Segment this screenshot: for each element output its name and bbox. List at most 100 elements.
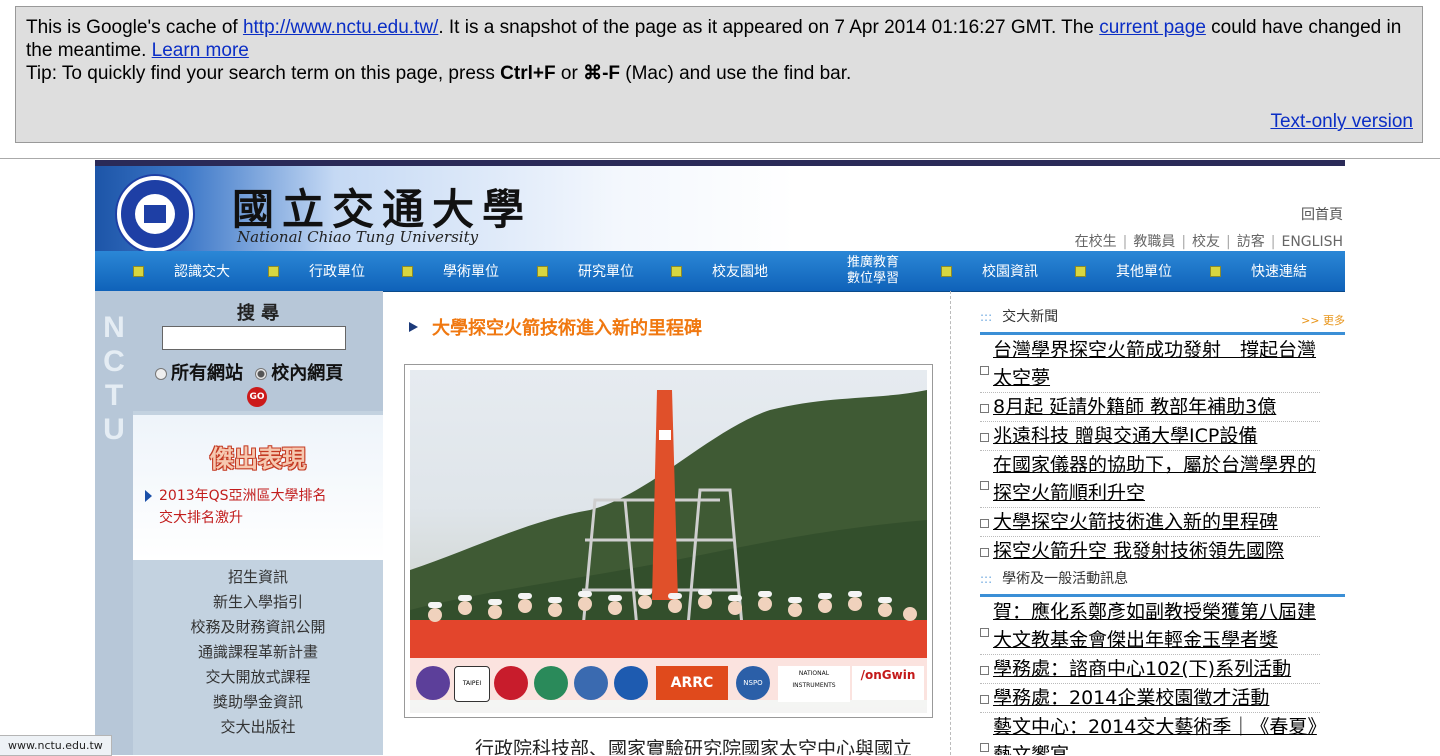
- news-title[interactable]: 台灣學界探空火箭成功發射 撐起台灣太空夢: [993, 339, 1316, 389]
- news-item[interactable]: 8月起 延請外籍師 教部年補助3億: [980, 393, 1320, 422]
- news-title[interactable]: 在國家儀器的協助下，屬於台灣學界的探空火箭順利升空: [993, 454, 1316, 504]
- achievement-link[interactable]: 2013年QS亞洲區大學排名 交大排名激升: [145, 485, 327, 529]
- learn-more-link[interactable]: Learn more: [152, 40, 249, 61]
- nav-item-other[interactable]: 其他單位: [1075, 251, 1172, 291]
- achievement-line: 交大排名激升: [159, 510, 243, 526]
- news-item[interactable]: 大學探空火箭技術進入新的里程碑: [980, 508, 1320, 537]
- browser-status-bar: www.nctu.edu.tw: [0, 735, 112, 756]
- nctu-vertical-banner: NCTU: [95, 291, 133, 755]
- event-title[interactable]: 賀：應化系鄭彥如副教授榮獲第八屆建大文教基金會傑出年輕金玉學者獎: [993, 601, 1316, 651]
- nav-bullet-icon: [537, 265, 548, 277]
- news-item[interactable]: 兆遠科技 贈與交通大學ICP設備: [980, 422, 1320, 451]
- news-item[interactable]: 台灣學界探空火箭成功發射 撐起台灣太空夢: [980, 336, 1320, 393]
- tip-text: Tip: To quickly find your search term on…: [26, 63, 501, 84]
- link-admissions[interactable]: 招生資訊: [133, 565, 383, 590]
- news-title[interactable]: 大學探空火箭技術進入新的里程碑: [993, 511, 1278, 533]
- dots-icon: :::: [980, 572, 993, 586]
- bullet-icon: [980, 366, 989, 375]
- column-divider: [950, 291, 951, 755]
- news-item[interactable]: 探空火箭升空 我發射技術領先國際: [980, 537, 1320, 565]
- bullet-icon: [980, 433, 989, 442]
- english-link[interactable]: ENGLISH: [1281, 234, 1343, 250]
- link-opencourseware[interactable]: 交大開放式課程: [133, 665, 383, 690]
- bullet-icon: [980, 481, 989, 490]
- event-item[interactable]: 賀：應化系鄭彥如副教授榮獲第八屆建大文教基金會傑出年輕金玉學者獎: [980, 598, 1320, 655]
- bullet-icon: [980, 666, 989, 675]
- link-scholarships[interactable]: 獎助學金資訊: [133, 690, 383, 715]
- quick-links: 招生資訊 新生入學指引 校務及財務資訊公開 通識課程革新計畫 交大開放式課程 獎…: [133, 565, 383, 740]
- nav-label: 學術單位: [443, 264, 499, 280]
- event-title[interactable]: 學務處：2014企業校園徵才活動: [993, 687, 1269, 709]
- radio-internal[interactable]: [255, 368, 268, 380]
- nav-item-research[interactable]: 研究單位: [537, 251, 634, 291]
- tip-shortcut-mac: ⌘-F: [583, 63, 620, 84]
- event-item[interactable]: 學務處：2014企業校園徵才活動: [980, 684, 1320, 713]
- nav-bullet-icon: [402, 265, 413, 277]
- cache-message: This is Google's cache of http://www.nct…: [26, 16, 1412, 62]
- event-item[interactable]: 藝文中心：2014交大藝術季｜《春夏》藝文饗宴: [980, 713, 1320, 755]
- faculty-link[interactable]: 教職員: [1133, 234, 1175, 250]
- events-list: 賀：應化系鄭彥如副教授榮獲第八屆建大文教基金會傑出年輕金玉學者獎 學務處：諮商中…: [980, 598, 1320, 755]
- go-button[interactable]: GO: [247, 387, 267, 407]
- cache-text: This is Google's cache of: [26, 17, 243, 38]
- dots-icon: :::: [980, 310, 993, 324]
- link-general-education[interactable]: 通識課程革新計畫: [133, 640, 383, 665]
- home-link[interactable]: 回首頁: [1301, 204, 1343, 224]
- nav-item-academic[interactable]: 學術單位: [402, 251, 499, 291]
- bullet-icon: [980, 404, 989, 413]
- tip-text: (Mac) and use the find bar.: [620, 63, 852, 84]
- link-press[interactable]: 交大出版社: [133, 715, 383, 740]
- news-title[interactable]: 探空火箭升空 我發射技術領先國際: [993, 540, 1284, 562]
- link-freshman-guide[interactable]: 新生入學指引: [133, 590, 383, 615]
- university-name-english: National Chiao Tung University: [237, 228, 479, 246]
- site-header: 國立交通大學 National Chiao Tung University 回首…: [95, 166, 1345, 252]
- article-snippet: 行政院科技部、國家實驗研究院國家太空中心與國立: [475, 738, 913, 755]
- nav-item-extension[interactable]: 推廣教育 數位學習: [806, 251, 899, 291]
- sponsor-logo-icon: [534, 666, 568, 700]
- radio-all-sites[interactable]: [155, 368, 167, 380]
- taipei-tech-logo: TAIPEI TECH: [454, 666, 490, 702]
- nav-bullet-icon: [268, 265, 279, 277]
- text-only-version-link[interactable]: Text-only version: [1270, 110, 1413, 133]
- longwin-logo: /onGwin: [852, 666, 924, 700]
- news-item[interactable]: 在國家儀器的協助下，屬於台灣學界的探空火箭順利升空: [980, 451, 1320, 508]
- nav-item-campus[interactable]: 校園資訊: [941, 251, 1038, 291]
- left-sidebar: 搜 尋 所有網站 校內網頁 GO 傑出表現 2013年QS亞洲區大學排名 交大排…: [133, 291, 383, 755]
- rocket-launch-photo[interactable]: TAIPEI TECH ARRC NSPO NATIONAL INSTRUMEN…: [410, 370, 927, 713]
- students-link[interactable]: 在校生: [1075, 234, 1117, 250]
- more-link[interactable]: >> 更多: [1301, 312, 1345, 328]
- nav-item-about[interactable]: 認識交大: [133, 251, 230, 291]
- nav-label: 研究單位: [578, 264, 634, 280]
- event-item[interactable]: 學務處：諮商中心102(下)系列活動: [980, 655, 1320, 684]
- bullet-icon: [980, 695, 989, 704]
- link-financial-disclosure[interactable]: 校務及財務資訊公開: [133, 615, 383, 640]
- visitors-link[interactable]: 訪客: [1237, 234, 1265, 250]
- headline-link[interactable]: 大學探空火箭技術進入新的里程碑: [409, 314, 702, 340]
- nav-item-alumni[interactable]: 校友園地: [671, 251, 768, 291]
- alumni-link[interactable]: 校友: [1192, 234, 1220, 250]
- cached-url-link[interactable]: http://www.nctu.edu.tw/: [243, 17, 438, 38]
- radio-label: 校內網頁: [271, 363, 344, 384]
- current-page-link[interactable]: current page: [1099, 17, 1206, 38]
- bullet-icon: [980, 628, 989, 637]
- event-title[interactable]: 藝文中心：2014交大藝術季｜《春夏》藝文饗宴: [993, 716, 1317, 755]
- news-list: 台灣學界探空火箭成功發射 撐起台灣太空夢 8月起 延請外籍師 教部年補助3億 兆…: [980, 336, 1320, 565]
- event-title[interactable]: 學務處：諮商中心102(下)系列活動: [993, 658, 1291, 680]
- nav-item-quicklinks[interactable]: 快速連結: [1210, 251, 1307, 291]
- news-title[interactable]: 兆遠科技 贈與交通大學ICP設備: [993, 425, 1257, 447]
- nav-label: 校友園地: [712, 264, 768, 280]
- search-input[interactable]: [162, 326, 346, 350]
- search-panel: 搜 尋 所有網站 校內網頁 GO: [133, 291, 383, 411]
- sponsor-logo-bar: TAIPEI TECH ARRC NSPO NATIONAL INSTRUMEN…: [410, 658, 927, 713]
- search-title: 搜 尋: [236, 303, 280, 324]
- nav-label: 行政單位: [309, 264, 365, 280]
- university-seal-icon[interactable]: [117, 176, 193, 252]
- audience-links: 在校生 | 教職員 | 校友 | 訪客 | ENGLISH: [1074, 234, 1343, 250]
- nctu-site: 國立交通大學 National Chiao Tung University 回首…: [95, 160, 1345, 755]
- news-title[interactable]: 8月起 延請外籍師 教部年補助3億: [993, 396, 1276, 418]
- nspo-logo: NSPO: [736, 666, 770, 700]
- divider: [0, 158, 1440, 159]
- headline-text: 大學探空火箭技術進入新的里程碑: [432, 318, 702, 339]
- triangle-icon: [409, 322, 418, 332]
- nav-item-admin[interactable]: 行政單位: [268, 251, 365, 291]
